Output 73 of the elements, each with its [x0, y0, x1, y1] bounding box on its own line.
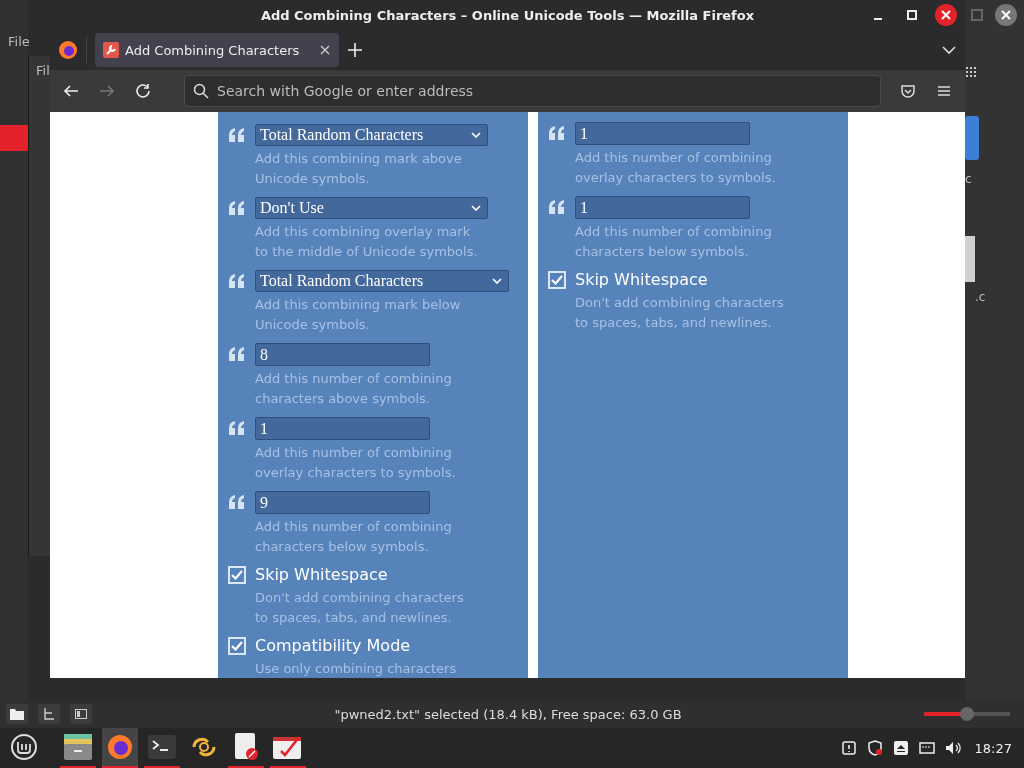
- option-description: Add this number of combining overlay characters to symbols.: [575, 149, 776, 187]
- chevron-icon: [492, 278, 502, 284]
- menu-label[interactable]: File: [0, 34, 28, 49]
- option-description: Add this number of combining overlay characters to symbols.: [255, 444, 456, 482]
- close-button[interactable]: [995, 4, 1017, 26]
- wrench-icon: [103, 42, 119, 58]
- browser-app-icon[interactable]: [102, 728, 138, 768]
- dropdown[interactable]: Don't Use: [255, 197, 488, 219]
- checkbox-label[interactable]: Compatibility Mode: [255, 636, 457, 656]
- chevron-icon: [471, 205, 481, 211]
- option-description: Add this number of combining characters below symbols.: [255, 518, 452, 556]
- number-field[interactable]: 1: [575, 196, 750, 219]
- new-tab-icon[interactable]: [347, 42, 363, 58]
- notification-icon[interactable]: [840, 740, 857, 756]
- number-field[interactable]: 8: [255, 343, 430, 366]
- search-icon: [193, 83, 209, 99]
- option-description: Add this combining mark above Unicode symbols.: [255, 150, 463, 188]
- number-field[interactable]: 1: [255, 417, 430, 440]
- maximize-icon: [907, 10, 917, 20]
- checkbox[interactable]: [228, 637, 246, 655]
- option-description: Use only combining characters: [255, 660, 457, 678]
- option-description: Don't add combining characters to spaces, tabs, and newlines.: [575, 294, 784, 332]
- quote-icon: [228, 347, 246, 361]
- checkbox-label[interactable]: Skip Whitespace: [255, 565, 464, 585]
- option-description: Add this number of combining characters below symbols.: [575, 223, 772, 261]
- dropdown[interactable]: Total Random Characters: [255, 270, 509, 292]
- quote-icon: [228, 274, 246, 288]
- number-field[interactable]: 1: [575, 122, 750, 145]
- checkbox-label[interactable]: Skip Whitespace: [575, 270, 784, 290]
- close-icon: [941, 10, 951, 20]
- slider-thumb[interactable]: [960, 707, 974, 721]
- address-bar[interactable]: Search with Google or enter address: [184, 75, 881, 107]
- network-icon[interactable]: [918, 740, 935, 756]
- quote-icon: [228, 201, 246, 215]
- close-button[interactable]: [935, 4, 957, 26]
- quote-icon: [548, 200, 566, 214]
- checkbox[interactable]: [548, 271, 566, 289]
- tree-view-button[interactable]: [38, 704, 60, 724]
- quote-icon: [228, 495, 246, 509]
- status-text: "pwned2.txt" selected (18.4 kB), Free space: 63.0 GB: [333, 706, 683, 722]
- number-field[interactable]: 9: [255, 491, 430, 514]
- checkbox[interactable]: [228, 566, 246, 584]
- eject-icon[interactable]: [892, 740, 909, 756]
- folder-icon: [10, 708, 24, 720]
- quote-icon: [228, 421, 246, 435]
- logo-icon: [10, 733, 38, 761]
- quote-icon: [228, 128, 246, 142]
- sidebar-icon: [75, 709, 87, 719]
- quote-icon: [548, 126, 566, 140]
- option-description: Add this combining overlay mark to the middle of Unicode symbols.: [255, 223, 479, 261]
- browser-logo-icon[interactable]: [58, 40, 78, 60]
- menu-label[interactable]: Fil: [36, 63, 50, 78]
- option-description: Don't add combining characters to spaces, tabs, and newlines.: [255, 589, 464, 627]
- volume-icon[interactable]: [944, 740, 961, 756]
- window-title: Add Combining Characters – Online Unicode Tools — Mozilla Firefox: [260, 7, 755, 23]
- sidebar-toggle-button[interactable]: [70, 704, 92, 724]
- pocket-icon[interactable]: [899, 82, 917, 100]
- option-description: Add this combining mark below Unicode symbols.: [255, 296, 462, 334]
- dropdown[interactable]: Total Random Characters: [255, 124, 488, 146]
- minimize-icon: [874, 18, 882, 20]
- close-icon[interactable]: [319, 44, 331, 56]
- file-name[interactable]: .c: [965, 290, 986, 304]
- chevron-icon: [471, 132, 481, 138]
- app-grid-icon[interactable]: [965, 66, 977, 78]
- sidebar-highlight: [0, 125, 28, 151]
- shield-icon[interactable]: [866, 740, 883, 756]
- tree-icon: [43, 708, 55, 720]
- file-name[interactable]: c: [965, 172, 972, 186]
- option-description: Add this number of combining characters above symbols.: [255, 370, 452, 408]
- reload-icon[interactable]: [134, 82, 152, 100]
- clock[interactable]: 18:27: [974, 740, 1012, 756]
- browser-tab[interactable]: Add Combining Characters: [95, 33, 339, 67]
- places-button[interactable]: [6, 704, 28, 724]
